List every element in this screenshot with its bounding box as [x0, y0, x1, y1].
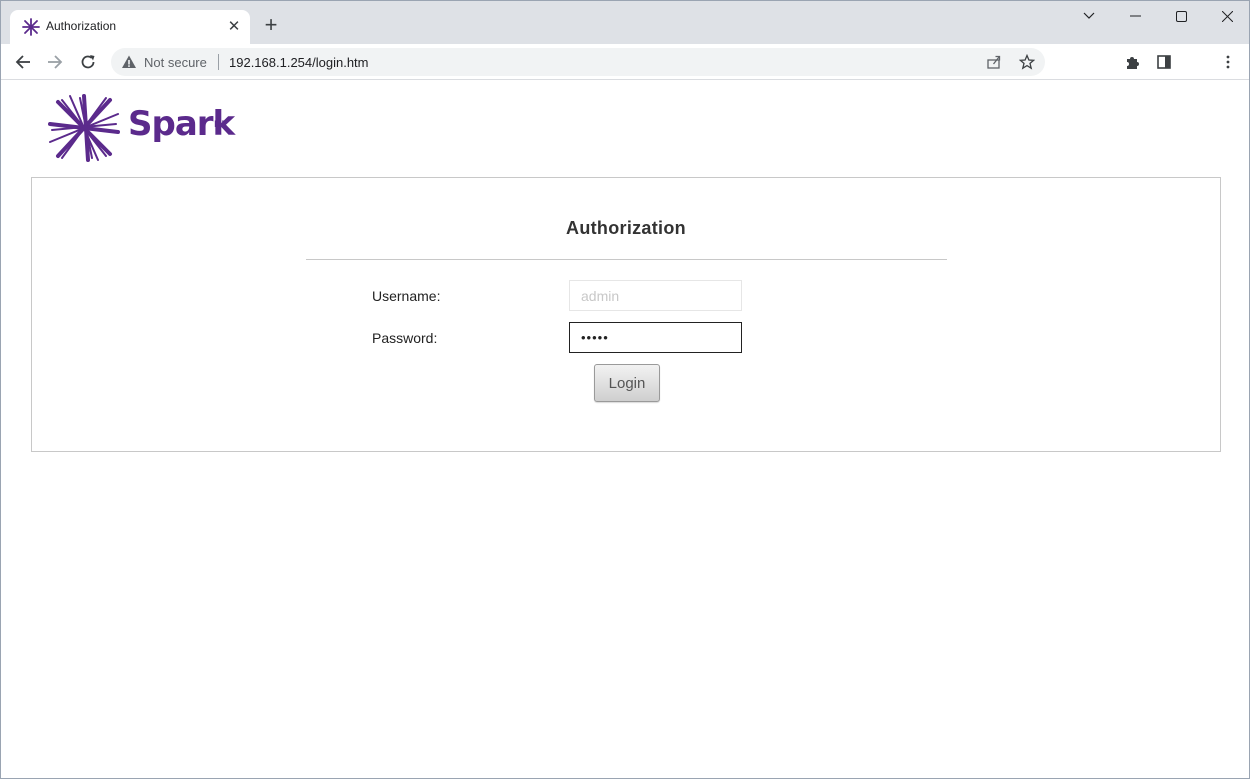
spark-logo: Spark nz — [48, 94, 238, 162]
share-icon[interactable] — [985, 53, 1003, 71]
spark-star-icon — [48, 94, 120, 162]
address-bar[interactable]: Not secure 192.168.1.254/login.htm — [111, 48, 1045, 76]
arrow-right-icon[interactable] — [43, 50, 67, 74]
minimize-icon[interactable] — [1112, 5, 1158, 27]
close-window-icon[interactable] — [1204, 5, 1250, 27]
star-icon[interactable] — [1018, 53, 1036, 71]
username-label: Username: — [372, 288, 441, 304]
puzzle-icon[interactable] — [1120, 50, 1144, 74]
arrow-left-icon[interactable] — [11, 50, 35, 74]
login-button[interactable]: Login — [594, 364, 660, 402]
tab-strip: Authorization ✕ + — [1, 1, 1249, 44]
close-icon[interactable]: ✕ — [224, 16, 244, 36]
reload-icon[interactable] — [76, 50, 100, 74]
security-status[interactable]: Not secure — [144, 55, 207, 70]
warning-icon[interactable] — [121, 54, 137, 70]
plus-icon[interactable]: + — [260, 14, 282, 36]
browser-window: Authorization ✕ + Not secure 192.168.1.2… — [0, 0, 1250, 779]
tab-authorization[interactable]: Authorization ✕ — [10, 10, 250, 44]
omnibox-divider — [218, 54, 219, 70]
title-divider — [306, 259, 947, 260]
url-text[interactable]: 192.168.1.254/login.htm — [229, 55, 369, 70]
page-title: Authorization — [566, 218, 686, 238]
authorization-panel: Authorization Username: admin Password: … — [31, 177, 1221, 452]
tab-title: Authorization — [46, 19, 117, 33]
password-label: Password: — [372, 330, 438, 346]
password-input[interactable]: ••••• — [569, 322, 742, 353]
username-input[interactable]: admin — [569, 280, 742, 311]
chevron-down-icon[interactable] — [1066, 5, 1112, 27]
spark-logo-icon — [22, 18, 40, 36]
kebab-menu-icon[interactable] — [1216, 50, 1240, 74]
logo-suffix: nz — [214, 116, 228, 130]
side-panel-icon[interactable] — [1152, 50, 1176, 74]
browser-toolbar: Not secure 192.168.1.254/login.htm — [1, 44, 1249, 80]
maximize-icon[interactable] — [1158, 5, 1204, 27]
